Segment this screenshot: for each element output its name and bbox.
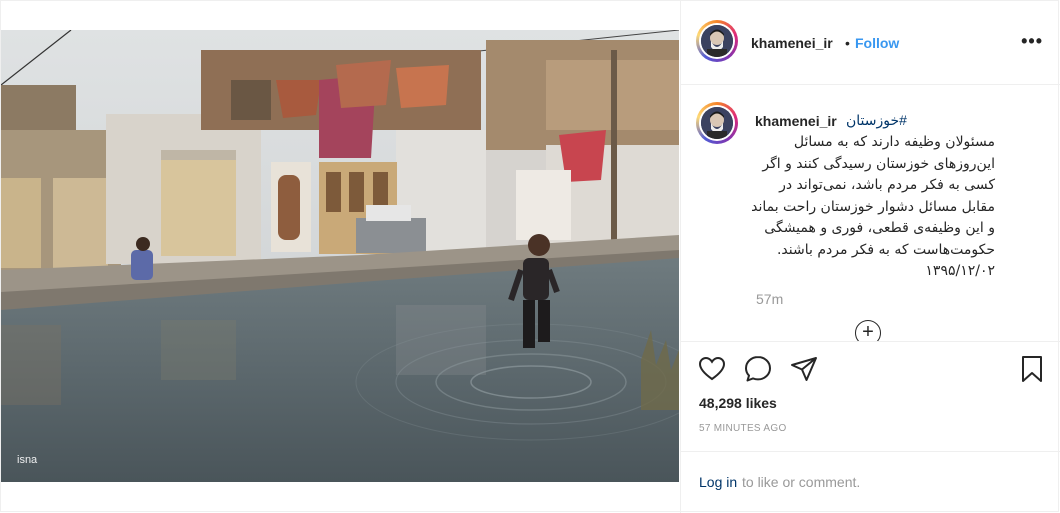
more-options-icon[interactable]: ••• (1021, 31, 1043, 52)
comment-bar: Log in to like or comment. (681, 451, 1060, 513)
instagram-post: isna khamenei_ir • Follow ••• khamenei_i… (0, 0, 1060, 513)
caption-section: khamenei_ir #خوزستان مسئولان وظیفه دارند… (681, 86, 1060, 341)
caption-line: حکومت‌هاست که به فکر مردم باشند. (776, 241, 995, 258)
profile-picture (701, 25, 733, 57)
caption-line: مقابل مسائل دشوار خوزستان راحت بماند (751, 198, 995, 215)
caption-text: مسئولان وظیفه دارند که به مسائل این‌روزه… (699, 132, 995, 283)
post-photo[interactable]: isna (1, 30, 679, 482)
share-icon[interactable] (789, 354, 819, 384)
login-link[interactable]: Log in (699, 474, 737, 490)
caption-line: این‌روزهای خوزستان رسیدگی کنند و اگر (762, 155, 995, 172)
caption-line: و این وظیفه‌ی قطعی، فوری و همیشگی (764, 220, 995, 236)
heart-icon[interactable] (697, 354, 727, 384)
follow-button[interactable]: Follow (855, 35, 899, 51)
flooded-street-photo (1, 30, 679, 482)
separator-dot: • (845, 35, 850, 51)
caption-date: ۱۳۹۵/۱۲/۰۲ (925, 263, 995, 279)
login-prompt-text: to like or comment. (742, 474, 861, 490)
post-timestamp[interactable]: 57 MINUTES AGO (699, 423, 787, 434)
caption-time-ago[interactable]: 57m (756, 291, 783, 307)
post-side-panel: khamenei_ir • Follow ••• khamenei_ir #خو (680, 1, 1060, 513)
caption-hashtag[interactable]: #خوزستان (846, 112, 907, 129)
avatar[interactable] (696, 20, 738, 62)
caption-line: مسئولان وظیفه دارند که به مسائل (793, 134, 995, 150)
likes-count[interactable]: 48,298 likes (699, 395, 777, 411)
post-header: khamenei_ir • Follow ••• (681, 1, 1060, 85)
bookmark-icon[interactable] (1017, 354, 1047, 384)
comment-icon[interactable] (743, 354, 773, 384)
photo-credit: isna (17, 454, 38, 466)
post-author-username[interactable]: khamenei_ir (751, 35, 833, 51)
caption-username[interactable]: khamenei_ir (755, 113, 837, 129)
action-bar (681, 341, 1060, 399)
load-more-comments-icon[interactable]: + (855, 320, 881, 341)
caption-line: کسی به فکر مردم باشد، نمی‌تواند در (779, 177, 995, 193)
